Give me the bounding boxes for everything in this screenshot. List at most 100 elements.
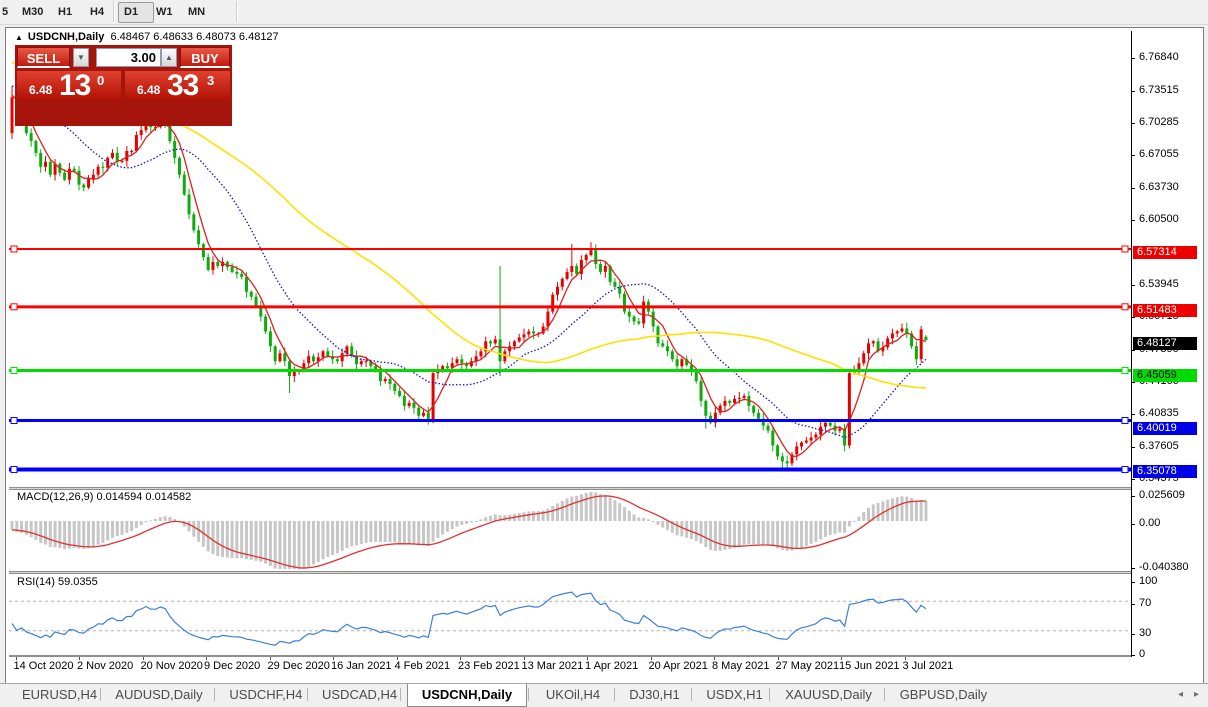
macd-scale-tick	[1132, 496, 1135, 497]
price-axis-tick	[1132, 447, 1135, 448]
chart-tab-usdx[interactable]: USDX,H1	[698, 684, 766, 705]
sell-button[interactable]: SELL	[17, 47, 70, 68]
date-label: 8 May 2021	[712, 660, 769, 672]
chart-tab-ukoil[interactable]: UKOil,H4	[535, 684, 610, 705]
buy-button[interactable]: BUY	[180, 47, 230, 68]
sell-price-display[interactable]: 6.48 13 0	[17, 71, 121, 100]
date-label: 29 Dec 2020	[268, 660, 330, 672]
line-handle	[1122, 304, 1128, 310]
chart-tab-usdchf[interactable]: USDCHF,H4	[221, 684, 304, 705]
price-badge: 6.40019	[1133, 422, 1197, 435]
moving-average-5	[12, 95, 926, 456]
line-handle	[11, 368, 17, 374]
price-axis[interactable]: 6.768406.735156.702856.670556.637306.605…	[1131, 31, 1201, 657]
date-tick	[651, 657, 652, 660]
chart-tab-xauusd[interactable]: XAUUSD,Daily	[776, 684, 881, 705]
tabs-scroll-right-icon[interactable]: ▸	[1194, 689, 1199, 700]
date-tick	[143, 657, 144, 660]
line-handle	[11, 418, 17, 424]
line-handle	[1122, 467, 1128, 473]
tabs-scroll-left-icon[interactable]: ◂	[1178, 689, 1183, 700]
timeframe-button-d1[interactable]: D1	[118, 2, 154, 23]
date-label: 9 Dec 2020	[204, 660, 260, 672]
date-tick	[206, 657, 207, 660]
date-tick	[524, 657, 525, 660]
date-label: 20 Nov 2020	[141, 660, 203, 672]
tab-separator	[884, 688, 885, 701]
chart-tab-gbpusd[interactable]: GBPUSD,Daily	[891, 684, 996, 705]
price-axis-label: 6.63730	[1139, 181, 1179, 193]
price-axis-label: 6.73515	[1139, 84, 1179, 96]
rsi-line	[12, 592, 926, 645]
buy-price-sup: 3	[207, 73, 214, 88]
date-tick	[16, 657, 17, 660]
timeframe-button-mn[interactable]: MN	[182, 2, 220, 23]
mt4-application: 5M30H1H4D1W1MN ▲USDCNH,Daily 6.48467 6.4…	[0, 0, 1208, 707]
price-axis-tick	[1132, 123, 1135, 124]
macd-scale-label: -0.040380	[1139, 561, 1189, 573]
buy-price-display[interactable]: 6.48 33 3	[125, 71, 230, 100]
buy-price-small: 6.48	[137, 83, 160, 97]
price-axis-label: 6.53945	[1139, 278, 1179, 290]
moving-average-20	[12, 86, 926, 438]
line-handle	[1122, 368, 1128, 374]
price-axis-tick	[1132, 58, 1135, 59]
timeframe-button-h1[interactable]: H1	[52, 2, 88, 23]
price-badge: 6.35078	[1133, 465, 1197, 478]
chart-tab-audusd[interactable]: AUDUSD,Daily	[107, 684, 212, 705]
date-label: 14 Oct 2020	[14, 660, 74, 672]
toolbar-separator	[236, 1, 238, 22]
tab-separator	[614, 688, 615, 701]
date-label: 20 Apr 2021	[649, 660, 708, 672]
price-axis-label: 6.40835	[1139, 407, 1179, 419]
price-axis-tick	[1132, 414, 1135, 415]
date-label: 4 Feb 2021	[395, 660, 451, 672]
price-badge: 6.45059	[1133, 369, 1197, 382]
date-label: 27 May 2021	[776, 660, 840, 672]
date-tick	[714, 657, 715, 660]
date-tick	[397, 657, 398, 660]
price-axis-label: 6.67055	[1139, 148, 1179, 160]
rsi-scale-tick	[1132, 604, 1135, 605]
tab-separator	[528, 688, 529, 701]
date-label: 15 Jun 2021	[839, 660, 900, 672]
lot-increase-button[interactable]: ▲	[161, 48, 177, 67]
lot-size-input[interactable]: 3.00	[96, 48, 161, 67]
timeframe-toolbar: 5M30H1H4D1W1MN	[0, 0, 1208, 25]
timeframe-button-w1[interactable]: W1	[150, 2, 186, 23]
date-label: 16 Jan 2021	[331, 660, 392, 672]
tab-separator	[400, 688, 401, 701]
candles	[11, 86, 928, 471]
tab-separator	[100, 688, 101, 701]
tab-separator	[214, 688, 215, 701]
chart-tab-bar: EURUSD,H4 AUDUSD,Daily USDCHF,H4 USDCAD,H4 U…	[0, 683, 1208, 707]
sell-price-sup: 0	[97, 73, 104, 88]
price-axis-label: 6.76840	[1139, 51, 1179, 63]
line-handle	[11, 467, 17, 473]
price-axis-tick	[1132, 91, 1135, 92]
price-axis-tick	[1132, 155, 1135, 156]
line-handle	[1122, 418, 1128, 424]
price-badge: 6.48127	[1133, 337, 1197, 350]
chart-tab-dj30[interactable]: DJ30,H1	[621, 684, 689, 705]
tab-separator	[769, 688, 770, 701]
chart-tab-usdcad[interactable]: USDCAD,H4	[314, 684, 397, 705]
tab-separator	[307, 688, 308, 701]
price-axis-label: 6.70285	[1139, 116, 1179, 128]
date-tick	[79, 657, 80, 660]
rsi-scale-tick	[1132, 582, 1135, 583]
rsi-indicator-plot[interactable]	[9, 574, 1131, 655]
date-tick	[778, 657, 779, 660]
rsi-scale-label: 70	[1139, 597, 1151, 609]
date-tick	[905, 657, 906, 660]
lot-decrease-button[interactable]: ▼	[73, 48, 89, 67]
date-label: 3 Jul 2021	[903, 660, 954, 672]
chart-tab-eurusd[interactable]: EURUSD,H4	[14, 684, 97, 705]
macd-signal-line	[12, 496, 926, 568]
rsi-scale-tick	[1132, 634, 1135, 635]
date-label: 1 Apr 2021	[585, 660, 638, 672]
macd-label: MACD(12,26,9) 0.014594 0.014582	[17, 491, 191, 503]
date-tick	[333, 657, 334, 660]
chart-tab-usdcnh[interactable]: USDCNH,Daily	[407, 684, 528, 707]
price-axis-tick	[1132, 285, 1135, 286]
